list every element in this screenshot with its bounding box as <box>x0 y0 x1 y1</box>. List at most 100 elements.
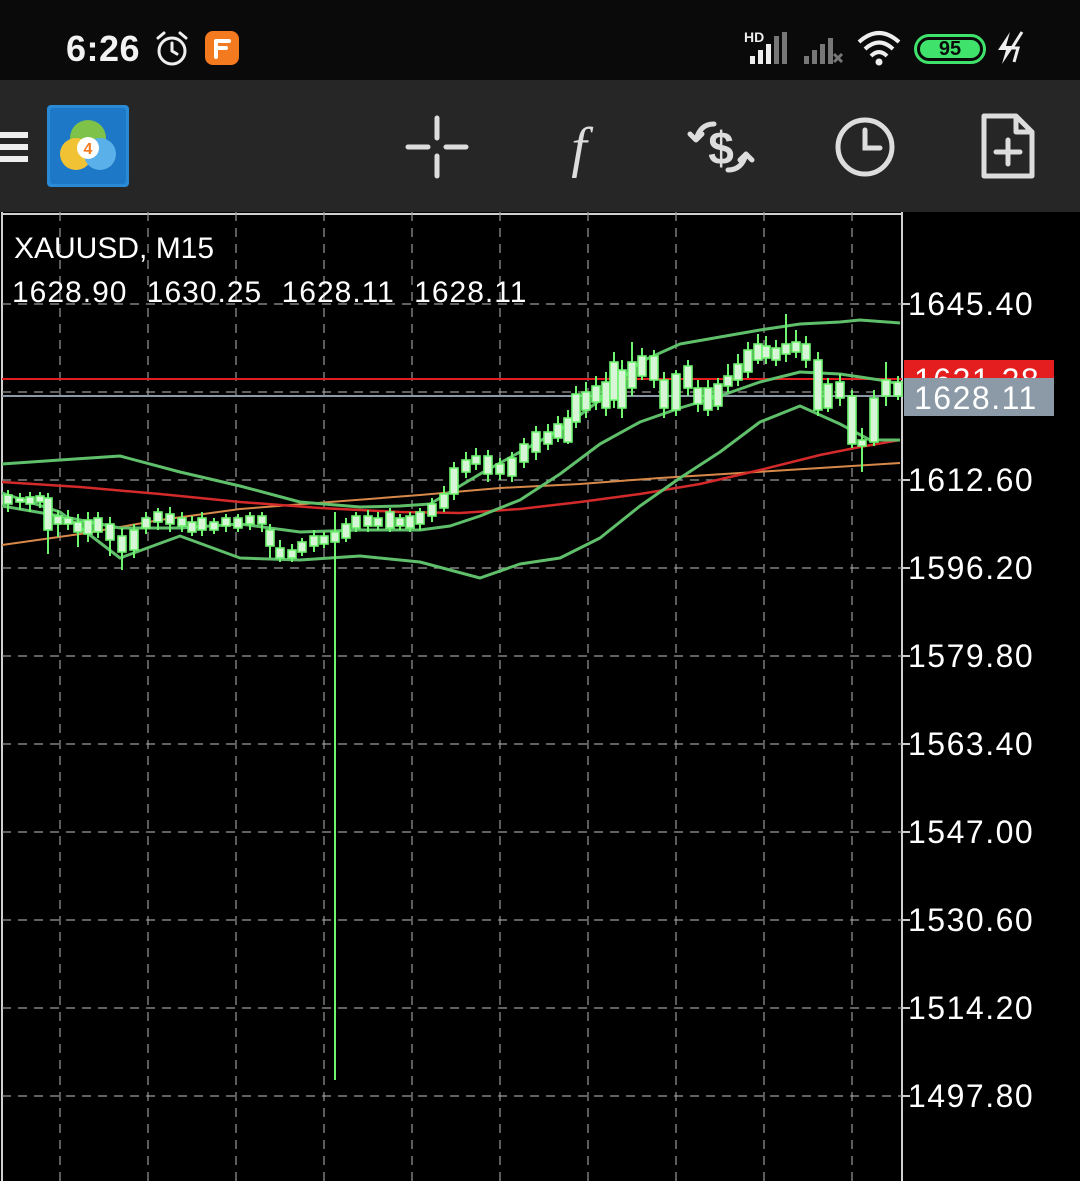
trade-icon[interactable]: $ <box>686 112 756 182</box>
candle-body <box>671 373 681 411</box>
new-order-icon[interactable] <box>972 112 1042 182</box>
app-notification-icon <box>205 31 239 65</box>
symbol-timeframe-label: XAUUSD, M15 <box>14 232 215 265</box>
candle-body <box>341 523 351 539</box>
candle-body <box>35 495 45 503</box>
price-axis-label: 1645.40 <box>908 286 1035 322</box>
ohlc-low: 1628.11 <box>281 276 395 309</box>
signal-icon <box>804 38 844 64</box>
candle-body <box>659 379 669 409</box>
candle-body <box>649 355 659 381</box>
candle-body <box>483 455 493 475</box>
candle-body <box>25 496 35 505</box>
candle-body <box>761 345 771 359</box>
price-axis-label: 1497.80 <box>908 1078 1035 1114</box>
candle-body <box>405 515 415 529</box>
candle-body <box>233 517 243 529</box>
candle-body <box>835 381 845 399</box>
ohlc-high: 1630.25 <box>146 276 263 309</box>
candle-body <box>471 455 481 465</box>
svg-text:4: 4 <box>84 141 93 158</box>
timeframe-icon[interactable] <box>830 112 900 182</box>
candle-body <box>449 467 459 495</box>
battery-level: 95 <box>938 37 962 60</box>
candle-body <box>881 379 891 397</box>
candle-body <box>813 359 823 411</box>
candle-body <box>93 517 103 533</box>
wifi-icon <box>857 31 901 66</box>
battery-icon: 95 <box>914 34 986 64</box>
candle-body <box>15 497 25 503</box>
candle-body <box>297 541 307 553</box>
candle-body <box>309 535 319 547</box>
indicators-icon[interactable]: f <box>544 112 614 182</box>
chart-area[interactable]: XAUUSD, M15 1628.90 1630.25 1628.11 1628… <box>0 212 1080 1181</box>
candle-body <box>893 381 903 397</box>
candle-body <box>83 519 93 535</box>
candle-body <box>753 343 763 361</box>
candle-body <box>693 387 703 405</box>
svg-text:$: $ <box>708 122 734 174</box>
candle-body <box>53 515 63 525</box>
candle-body <box>265 529 275 547</box>
candle-body <box>791 341 801 353</box>
candle-body <box>553 423 563 439</box>
crosshair-icon[interactable] <box>402 112 472 182</box>
ohlc-values: 1628.90 1630.25 1628.11 1628.11 <box>12 276 537 310</box>
candle-body <box>543 431 553 445</box>
status-bar: 6:26 HD 95 <box>0 0 1080 80</box>
price-axis-label: 1514.20 <box>908 990 1035 1026</box>
candle-body <box>627 361 637 389</box>
candle-body <box>275 547 285 559</box>
charging-icon <box>998 31 1024 64</box>
candle-body <box>617 369 627 409</box>
candle-body <box>571 393 581 423</box>
candle-body <box>351 515 361 529</box>
price-axis-label: 1563.40 <box>908 726 1035 762</box>
candle-body <box>581 391 591 411</box>
candle-body <box>823 383 833 409</box>
status-time: 6:26 <box>66 28 141 69</box>
candle-body <box>439 493 449 509</box>
candle-body <box>847 395 857 445</box>
candle-body <box>330 531 340 543</box>
candle-body <box>713 383 723 407</box>
candle-body <box>601 381 611 409</box>
menu-icon[interactable] <box>0 112 30 182</box>
candle-body <box>373 517 383 527</box>
price-axis-label: 1547.00 <box>908 814 1035 850</box>
candle-body <box>637 355 647 377</box>
metatrader-logo-icon[interactable]: 4 <box>46 104 130 188</box>
candle-body <box>43 497 53 531</box>
price-axis-label: 1579.80 <box>908 638 1035 674</box>
candle-body <box>771 347 781 361</box>
candle-body <box>495 463 505 475</box>
candle-body <box>507 457 517 477</box>
toolbar: 4 f $ <box>0 80 1080 212</box>
candle-body <box>703 387 713 411</box>
candle-body <box>857 439 867 447</box>
candle-body <box>117 535 127 553</box>
alarm-icon <box>156 31 188 66</box>
candle-body <box>415 511 425 525</box>
candle-body <box>461 459 471 473</box>
candle-body <box>73 521 83 533</box>
candle-body <box>801 343 811 361</box>
ohlc-open: 1628.90 <box>12 276 128 309</box>
candle-body <box>869 397 879 443</box>
hd-signal-icon: HD <box>744 29 787 64</box>
candle-body <box>683 365 693 389</box>
candle-body <box>427 503 437 517</box>
svg-text:f: f <box>571 117 594 179</box>
candle-body <box>733 363 743 381</box>
price-axis-label: 1530.60 <box>908 902 1035 938</box>
candle-body <box>177 517 187 527</box>
price-chart[interactable] <box>0 212 1080 1181</box>
candle-body <box>165 513 175 525</box>
candle-body <box>395 517 405 527</box>
candle-body <box>3 494 13 505</box>
candle-body <box>287 549 297 559</box>
svg-text:HD: HD <box>744 29 764 45</box>
ohlc-close: 1628.11 <box>414 276 528 309</box>
candle-body <box>385 511 395 529</box>
